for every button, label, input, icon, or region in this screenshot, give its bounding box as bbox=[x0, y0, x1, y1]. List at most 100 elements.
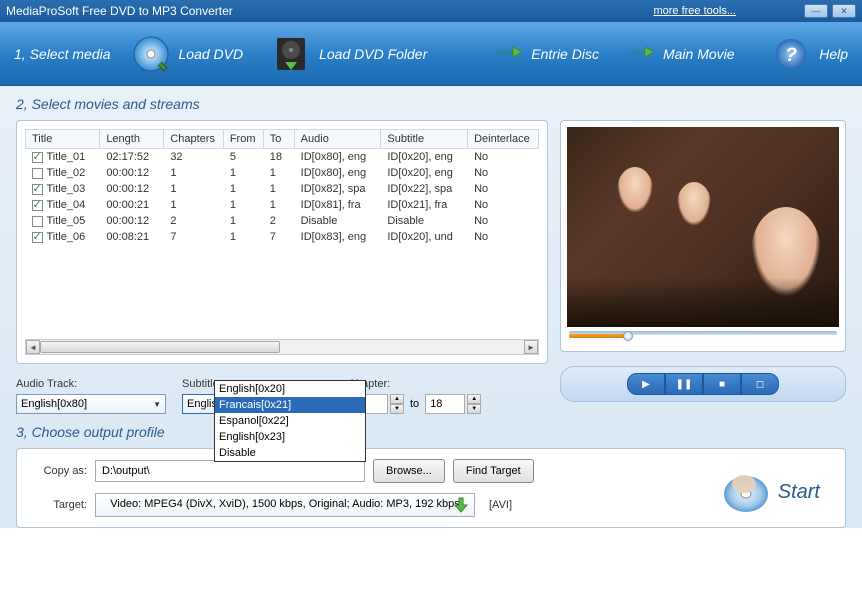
table-cell: No bbox=[468, 197, 539, 213]
video-preview[interactable] bbox=[567, 127, 839, 327]
load-dvd-button[interactable]: Load DVD bbox=[131, 34, 244, 74]
table-cell: ID[0x21], fra bbox=[381, 197, 468, 213]
scrollbar-thumb[interactable] bbox=[40, 341, 280, 353]
chapter-to-spinner[interactable]: ▲▼ bbox=[425, 394, 481, 414]
table-row[interactable]: Title_0102:17:5232518ID[0x80], engID[0x2… bbox=[26, 149, 539, 166]
table-row[interactable]: Title_0300:00:12111ID[0x82], spaID[0x22]… bbox=[26, 181, 539, 197]
table-cell: 2 bbox=[263, 213, 294, 229]
browse-button[interactable]: Browse... bbox=[373, 459, 445, 483]
dvd-folder-icon bbox=[271, 34, 311, 74]
stop-button[interactable]: ■ bbox=[703, 373, 741, 395]
table-row[interactable]: Title_0600:08:21717ID[0x83], engID[0x20]… bbox=[26, 229, 539, 245]
column-header[interactable]: Subtitle bbox=[381, 130, 468, 149]
table-cell: Title_05 bbox=[26, 213, 100, 229]
table-cell: Title_01 bbox=[26, 149, 100, 166]
table-cell: 2 bbox=[164, 213, 224, 229]
table-cell: 00:00:21 bbox=[100, 197, 164, 213]
find-target-button[interactable]: Find Target bbox=[453, 459, 534, 483]
slider-thumb[interactable] bbox=[623, 331, 633, 341]
table-cell: ID[0x82], spa bbox=[294, 181, 381, 197]
table-cell: ID[0x20], eng bbox=[381, 149, 468, 166]
subtitle-dropdown-list[interactable]: English[0x20]Francais[0x21]Espanol[0x22]… bbox=[214, 380, 366, 462]
table-cell: 1 bbox=[164, 197, 224, 213]
play-button[interactable]: ▶ bbox=[627, 373, 665, 395]
table-row[interactable]: Title_0500:00:12212DisableDisableNo bbox=[26, 213, 539, 229]
dropdown-option[interactable]: Espanol[0x22] bbox=[215, 413, 365, 429]
help-button[interactable]: ? Help bbox=[771, 34, 848, 74]
titlebar: MediaProSoft Free DVD to MP3 Converter m… bbox=[0, 0, 862, 22]
row-checkbox[interactable] bbox=[32, 200, 43, 211]
step1-label: 1, Select media bbox=[14, 46, 111, 62]
chapter-to-input[interactable] bbox=[425, 394, 465, 414]
row-checkbox[interactable] bbox=[32, 168, 43, 179]
output-path-input[interactable] bbox=[95, 460, 365, 482]
start-disc-icon bbox=[722, 468, 770, 516]
chapter-label: Chapter: bbox=[348, 378, 481, 390]
minimize-button[interactable]: — bbox=[804, 4, 828, 18]
spin-up-button[interactable]: ▲ bbox=[467, 394, 481, 404]
table-cell: Title_04 bbox=[26, 197, 100, 213]
table-cell: 18 bbox=[263, 149, 294, 166]
table-cell: No bbox=[468, 229, 539, 245]
spin-up-button[interactable]: ▲ bbox=[390, 394, 404, 404]
main-movie-button[interactable]: Main Movie bbox=[627, 44, 735, 63]
dropdown-option[interactable]: Francais[0x21] bbox=[215, 397, 365, 413]
table-row[interactable]: Title_0400:00:21111ID[0x81], fraID[0x21]… bbox=[26, 197, 539, 213]
row-checkbox[interactable] bbox=[32, 216, 43, 227]
table-cell: No bbox=[468, 181, 539, 197]
column-header[interactable]: Title bbox=[26, 130, 100, 149]
download-arrow-icon bbox=[454, 497, 468, 513]
close-button[interactable]: ✕ bbox=[832, 4, 856, 18]
target-profile-select[interactable]: Video: MPEG4 (DivX, XviD), 1500 kbps, Or… bbox=[95, 493, 475, 517]
help-icon: ? bbox=[771, 34, 811, 74]
table-cell: ID[0x20], eng bbox=[381, 165, 468, 181]
table-cell: Disable bbox=[381, 213, 468, 229]
main-movie-label: Main Movie bbox=[663, 46, 735, 62]
scroll-left-button[interactable]: ◄ bbox=[26, 340, 40, 354]
entire-disc-button[interactable]: Entrie Disc bbox=[495, 44, 599, 63]
table-cell: 00:00:12 bbox=[100, 165, 164, 181]
table-cell: 32 bbox=[164, 149, 224, 166]
playback-controls: ▶ ❚❚ ■ ◻ bbox=[560, 366, 846, 402]
column-header[interactable]: To bbox=[263, 130, 294, 149]
table-cell: 1 bbox=[263, 197, 294, 213]
row-checkbox[interactable] bbox=[32, 184, 43, 195]
row-checkbox[interactable] bbox=[32, 232, 43, 243]
scroll-right-button[interactable]: ► bbox=[524, 340, 538, 354]
row-checkbox[interactable] bbox=[32, 152, 43, 163]
table-cell: ID[0x80], eng bbox=[294, 149, 381, 166]
dropdown-option[interactable]: English[0x23] bbox=[215, 429, 365, 445]
section2-title: 2, Select movies and streams bbox=[16, 96, 846, 112]
target-profile-value: Video: MPEG4 (DivX, XviD), 1500 kbps, Or… bbox=[110, 498, 460, 510]
column-header[interactable]: Chapters bbox=[164, 130, 224, 149]
table-cell: 1 bbox=[263, 181, 294, 197]
column-header[interactable]: From bbox=[223, 130, 263, 149]
dvd-disc-icon bbox=[131, 34, 171, 74]
pause-button[interactable]: ❚❚ bbox=[665, 373, 703, 395]
entire-disc-label: Entrie Disc bbox=[531, 46, 599, 62]
spin-down-button[interactable]: ▼ bbox=[390, 404, 404, 414]
spin-down-button[interactable]: ▼ bbox=[467, 404, 481, 414]
table-cell: 5 bbox=[223, 149, 263, 166]
load-dvd-label: Load DVD bbox=[179, 46, 244, 62]
dropdown-option[interactable]: Disable bbox=[215, 445, 365, 461]
audio-track-select[interactable]: English[0x80] ▼ bbox=[16, 394, 166, 414]
horizontal-scrollbar[interactable]: ◄ ► bbox=[25, 339, 539, 355]
table-row[interactable]: Title_0200:00:12111ID[0x80], engID[0x20]… bbox=[26, 165, 539, 181]
more-tools-link[interactable]: more free tools... bbox=[653, 5, 736, 17]
playback-slider[interactable] bbox=[569, 331, 837, 341]
column-header[interactable]: Length bbox=[100, 130, 164, 149]
target-label: Target: bbox=[27, 499, 87, 511]
chapter-to-label: to bbox=[410, 398, 419, 410]
arrow-right-icon bbox=[495, 44, 523, 63]
table-cell: No bbox=[468, 213, 539, 229]
load-folder-button[interactable]: Load DVD Folder bbox=[271, 34, 427, 74]
column-header[interactable]: Audio bbox=[294, 130, 381, 149]
column-header[interactable]: Deinterlace bbox=[468, 130, 539, 149]
snapshot-button[interactable]: ◻ bbox=[741, 373, 779, 395]
movies-table-panel: TitleLengthChaptersFromToAudioSubtitleDe… bbox=[16, 120, 548, 364]
dropdown-option[interactable]: English[0x20] bbox=[215, 381, 365, 397]
table-cell: Title_03 bbox=[26, 181, 100, 197]
start-button[interactable]: Start bbox=[722, 468, 820, 516]
table-cell: Disable bbox=[294, 213, 381, 229]
